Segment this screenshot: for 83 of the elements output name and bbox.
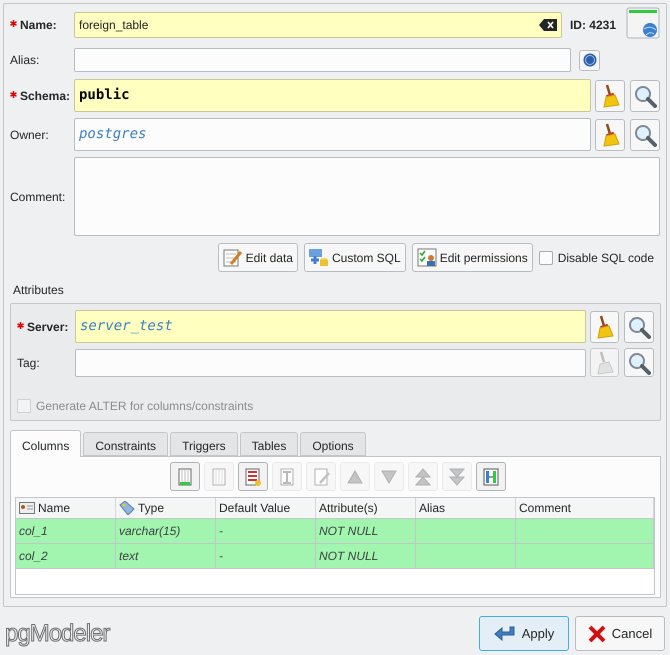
field-label: Tag: xyxy=(17,354,40,372)
table-cell: col_1 xyxy=(16,519,116,543)
column-header[interactable]: Comment xyxy=(516,498,654,518)
apply-button[interactable]: Apply xyxy=(479,616,569,651)
app-logo: pgModeler xyxy=(5,618,110,648)
table-cell: - xyxy=(216,544,316,568)
input-field[interactable]: foreign_table xyxy=(74,12,562,38)
sql-icon xyxy=(308,248,329,268)
table-cell: col_2 xyxy=(16,544,116,568)
tag-icon xyxy=(119,501,135,515)
object-id: ID: 4231 xyxy=(570,17,616,34)
column-header[interactable]: Default Value xyxy=(216,498,316,518)
table-cell: - xyxy=(216,519,316,543)
input-field[interactable]: postgres xyxy=(74,118,592,151)
search-icon xyxy=(633,84,658,108)
field-label: Name: xyxy=(20,17,57,34)
comment-field[interactable] xyxy=(74,157,660,236)
clear-button[interactable] xyxy=(595,118,626,150)
search-icon xyxy=(627,314,652,338)
checkbox-label: Disable SQL code xyxy=(558,250,654,266)
field-label: Alias: xyxy=(10,52,40,69)
field-label: Server: xyxy=(27,318,68,336)
top-icon xyxy=(414,468,432,486)
input-field[interactable] xyxy=(75,348,586,376)
search-button[interactable] xyxy=(624,310,654,342)
column-header[interactable]: Alias xyxy=(416,498,516,518)
search-icon xyxy=(627,350,652,374)
help-button[interactable] xyxy=(579,50,600,70)
table-cell: NOT NULL xyxy=(316,519,416,543)
tab[interactable]: Options xyxy=(300,432,366,456)
field-label: Comment: xyxy=(10,188,66,206)
remove-all-icon xyxy=(244,468,262,486)
edit-icon xyxy=(312,468,330,486)
column-header[interactable]: Attribute(s) xyxy=(316,498,416,518)
tab[interactable]: Tables xyxy=(240,432,298,456)
table-cell: NOT NULL xyxy=(316,544,416,568)
search-button[interactable] xyxy=(630,118,660,150)
tab[interactable]: Constraints xyxy=(83,432,168,456)
add-icon xyxy=(176,468,194,486)
close-icon xyxy=(588,624,606,642)
bottom-icon xyxy=(448,468,466,486)
table-cell: text xyxy=(116,544,216,568)
column-header[interactable]: Type xyxy=(116,498,216,518)
tab[interactable]: Triggers xyxy=(170,432,238,456)
input-field[interactable]: public xyxy=(74,79,592,112)
search-icon xyxy=(633,122,658,146)
asterisk-icon xyxy=(10,20,17,27)
field-label: Schema: xyxy=(20,88,70,104)
toolbar-button[interactable] xyxy=(170,462,200,491)
up-icon xyxy=(346,468,364,486)
down-icon xyxy=(380,468,398,486)
update-icon xyxy=(278,468,296,486)
search-button[interactable] xyxy=(630,80,660,112)
search-button[interactable] xyxy=(624,348,654,377)
window-globe-icon xyxy=(626,7,660,39)
input-field[interactable] xyxy=(74,48,571,72)
action-button[interactable]: Edit permissions xyxy=(412,243,533,272)
action-button[interactable]: Edit data xyxy=(218,243,298,272)
asterisk-icon xyxy=(10,90,17,98)
checkbox[interactable] xyxy=(538,250,553,264)
clear-button[interactable] xyxy=(595,80,626,112)
group-title: Attributes xyxy=(13,282,64,299)
cancel-button[interactable]: Cancel xyxy=(575,616,665,651)
clear-icon xyxy=(538,19,557,31)
table-row[interactable]: col_1 varchar(15) - NOT NULL xyxy=(16,519,654,544)
action-button[interactable]: Custom SQL xyxy=(304,243,406,272)
edit-data-icon xyxy=(222,248,243,268)
checkbox-label: Generate ALTER for columns/constraints xyxy=(36,398,254,415)
field-label: Owner: xyxy=(10,126,49,144)
return-arrow-icon xyxy=(494,626,516,642)
tab[interactable]: Columns xyxy=(10,430,82,457)
column-header[interactable]: Name xyxy=(16,498,116,518)
input-field[interactable]: server_test xyxy=(75,310,586,343)
remove-icon xyxy=(210,468,228,486)
toolbar-button[interactable] xyxy=(476,462,506,491)
permissions-icon xyxy=(416,248,437,268)
id-card-icon xyxy=(19,502,35,514)
toolbar-button[interactable] xyxy=(238,462,268,491)
resize-icon xyxy=(482,468,500,486)
clear-button[interactable] xyxy=(590,310,620,342)
table-cell: varchar(15) xyxy=(116,519,216,543)
table-row[interactable]: col_2 text - NOT NULL xyxy=(16,544,654,569)
asterisk-icon xyxy=(17,322,24,328)
